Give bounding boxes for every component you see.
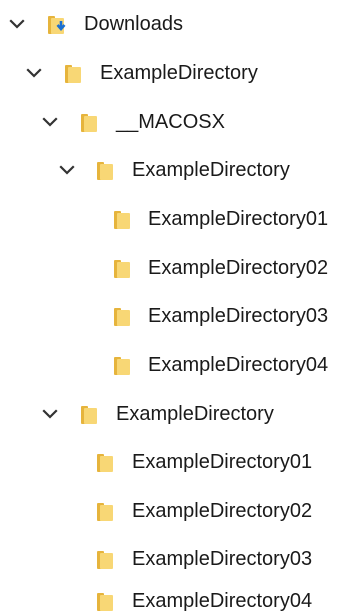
- folder-icon: [65, 64, 83, 84]
- folder-icon: [97, 592, 115, 612]
- chevron-down-icon[interactable]: [42, 114, 58, 130]
- folder-tree: Downloads ExampleDirectory __MACOSX Exam…: [0, 0, 361, 613]
- tree-item-directory01[interactable]: ExampleDirectory01: [0, 199, 361, 239]
- tree-item-label: ExampleDirectory02: [132, 500, 313, 522]
- tree-item-label: ExampleDirectory04: [132, 590, 313, 612]
- downloads-folder-icon: [48, 15, 66, 35]
- tree-item-label: ExampleDirectory: [132, 159, 290, 181]
- tree-item-downloads[interactable]: Downloads: [0, 4, 361, 44]
- folder-icon: [114, 356, 132, 376]
- tree-item-macosx-example-directory[interactable]: ExampleDirectory: [0, 150, 361, 190]
- tree-item-label: ExampleDirectory02: [148, 257, 329, 279]
- folder-icon: [97, 161, 115, 181]
- folder-icon: [114, 210, 132, 230]
- chevron-down-icon[interactable]: [59, 162, 75, 178]
- tree-item-label: ExampleDirectory03: [132, 548, 313, 570]
- tree-item-macosx[interactable]: __MACOSX: [0, 102, 361, 142]
- tree-item-inner-example-directory[interactable]: ExampleDirectory: [0, 394, 361, 434]
- folder-icon: [97, 502, 115, 522]
- tree-item-label: ExampleDirectory04: [148, 354, 329, 376]
- tree-item-label: __MACOSX: [116, 111, 225, 133]
- tree-item-inner-directory04[interactable]: ExampleDirectory04: [0, 581, 361, 613]
- tree-item-directory02[interactable]: ExampleDirectory02: [0, 248, 361, 288]
- folder-icon: [114, 259, 132, 279]
- folder-icon: [114, 307, 132, 327]
- folder-icon: [97, 453, 115, 473]
- tree-item-label: ExampleDirectory01: [132, 451, 313, 473]
- tree-item-label: Downloads: [84, 13, 183, 35]
- tree-item-label: ExampleDirectory03: [148, 305, 329, 327]
- folder-icon: [81, 113, 99, 133]
- tree-item-inner-directory02[interactable]: ExampleDirectory02: [0, 491, 361, 531]
- tree-item-label: ExampleDirectory01: [148, 208, 329, 230]
- chevron-down-icon[interactable]: [9, 16, 25, 32]
- tree-item-label: ExampleDirectory: [100, 62, 258, 84]
- folder-icon: [81, 405, 99, 425]
- tree-item-directory04[interactable]: ExampleDirectory04: [0, 345, 361, 385]
- folder-icon: [97, 550, 115, 570]
- tree-item-example-directory[interactable]: ExampleDirectory: [0, 53, 361, 93]
- tree-item-directory03[interactable]: ExampleDirectory03: [0, 296, 361, 336]
- chevron-down-icon[interactable]: [26, 65, 42, 81]
- tree-item-inner-directory03[interactable]: ExampleDirectory03: [0, 539, 361, 579]
- tree-item-inner-directory01[interactable]: ExampleDirectory01: [0, 442, 361, 482]
- tree-item-label: ExampleDirectory: [116, 403, 274, 425]
- chevron-down-icon[interactable]: [42, 406, 58, 422]
